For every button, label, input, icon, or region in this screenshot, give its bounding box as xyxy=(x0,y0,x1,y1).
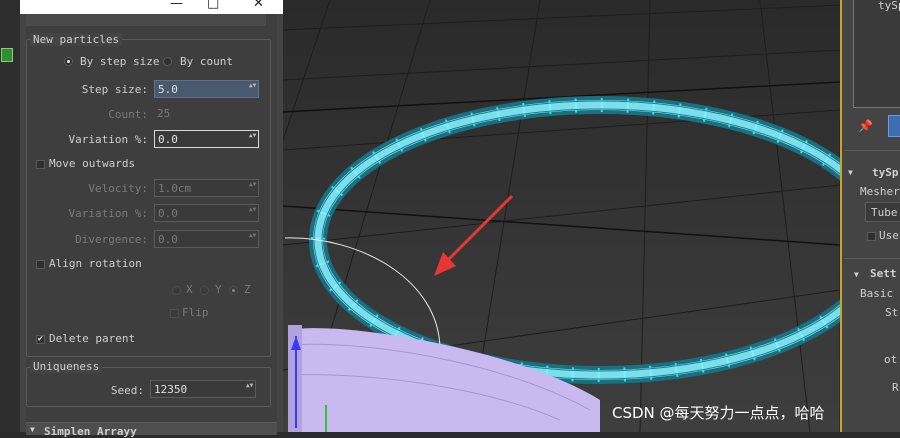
variation2-value: 0.0 xyxy=(158,207,178,220)
divergence-label: Divergence: xyxy=(75,233,148,246)
green-toggle-button[interactable] xyxy=(1,48,13,62)
variation-value: 0.0 xyxy=(158,133,178,146)
by-step-size-radio[interactable] xyxy=(64,57,73,66)
move-outwards-checkbox[interactable] xyxy=(36,160,45,169)
step-size-spinner[interactable]: 5.0 ▲▼ xyxy=(154,80,259,98)
velocity-value: 1.0cm xyxy=(158,182,192,195)
object-list[interactable]: tySp xyxy=(853,0,900,108)
mesher-label: Mesher xyxy=(860,185,900,198)
align-rotation-checkbox[interactable] xyxy=(36,260,45,269)
rot-label: ot. xyxy=(884,353,900,366)
settings-rollout-title[interactable]: Sett xyxy=(870,267,897,280)
expand-arrow-icon: ▼ xyxy=(854,270,859,279)
new-particles-title: New particles xyxy=(30,33,123,46)
move-outwards-label[interactable]: Move outwards xyxy=(49,157,135,170)
velocity-label: Velocity: xyxy=(88,182,148,195)
delete-parent-checkbox[interactable]: ✔ xyxy=(36,335,45,344)
spinner-arrows-icon[interactable]: ▲▼ xyxy=(249,233,256,245)
step-size-label: Step size: xyxy=(81,83,148,96)
flip-checkbox[interactable] xyxy=(170,309,179,318)
minimize-icon[interactable]: — xyxy=(170,0,183,11)
flip-label[interactable]: Flip xyxy=(182,306,209,319)
floating-rollout-panel: — □ ✕ New particles By step size By coun… xyxy=(20,0,283,438)
delete-parent-label[interactable]: Delete parent xyxy=(49,332,135,345)
axis-y-radio[interactable] xyxy=(200,286,209,295)
list-item[interactable]: tySp xyxy=(878,0,900,12)
variation2-spinner[interactable]: 0.0 ▲▼ xyxy=(154,204,259,222)
spinner-arrows-icon[interactable]: ▲▼ xyxy=(246,383,253,395)
str-label: Str xyxy=(885,306,900,319)
by-count-label[interactable]: By count xyxy=(180,55,233,68)
count-label: Count: xyxy=(108,108,148,121)
seed-spinner[interactable]: 12350 ▲▼ xyxy=(150,380,256,398)
divergence-value: 0.0 xyxy=(158,233,178,246)
spinner-arrows-icon[interactable]: ▲▼ xyxy=(249,83,256,95)
expand-arrow-icon: ▼ xyxy=(30,425,35,434)
axis-x-radio[interactable] xyxy=(172,286,181,295)
spinner-arrows-icon[interactable]: ▲▼ xyxy=(249,133,256,145)
left-toolbar-strip xyxy=(0,0,22,432)
axis-z-radio[interactable] xyxy=(229,286,238,295)
count-spinner: 25 xyxy=(154,105,259,123)
separator xyxy=(844,258,900,259)
r-label: R xyxy=(892,381,899,394)
seed-label: Seed: xyxy=(110,384,144,397)
basic-label: Basic s xyxy=(860,287,900,300)
mesher-dropdown-value: Tube xyxy=(871,206,898,219)
command-panel: tySp 📌 ▼ tySp Mesher Tube Use ▼ Sett Bas… xyxy=(840,0,900,432)
by-count-radio[interactable] xyxy=(163,57,172,66)
modifier-rollout-title[interactable]: tySp xyxy=(872,166,899,179)
variation-spinner[interactable]: 0.0 ▲▼ xyxy=(154,130,259,148)
mesher-dropdown[interactable]: Tube xyxy=(865,202,900,222)
align-rotation-label[interactable]: Align rotation xyxy=(49,257,142,270)
window-titlebar[interactable]: — □ ✕ xyxy=(20,0,283,14)
expand-arrow-icon: ▼ xyxy=(848,168,853,177)
by-step-size-label[interactable]: By step size xyxy=(80,55,159,68)
pin-icon[interactable]: 📌 xyxy=(858,119,873,133)
separator xyxy=(844,150,900,151)
velocity-spinner[interactable]: 1.0cm ▲▼ xyxy=(154,179,259,197)
use-checkbox[interactable] xyxy=(867,232,876,241)
uniqueness-title: Uniqueness xyxy=(30,360,103,373)
next-rollout-header[interactable]: ▼ Simplen Arrayy xyxy=(26,422,277,438)
spinner-arrows-icon[interactable]: ▲▼ xyxy=(249,182,256,194)
maximize-icon[interactable]: □ xyxy=(207,0,219,11)
axis-z-label[interactable]: Z xyxy=(244,283,251,296)
panel-top-band xyxy=(26,14,266,26)
variation2-label: Variation %: xyxy=(68,207,148,220)
step-size-value: 5.0 xyxy=(158,83,178,96)
use-label[interactable]: Use xyxy=(879,229,899,242)
close-icon[interactable]: ✕ xyxy=(253,0,264,11)
count-value: 25 xyxy=(157,107,171,120)
seed-value: 12350 xyxy=(154,383,188,396)
variation-label: Variation %: xyxy=(68,133,148,146)
watermark-text: CSDN @每天努力一点点，哈哈 xyxy=(612,404,825,422)
spinner-arrows-icon[interactable]: ▲▼ xyxy=(249,207,256,219)
divergence-spinner[interactable]: 0.0 ▲▼ xyxy=(154,230,259,248)
axis-y-label[interactable]: Y xyxy=(215,283,222,296)
axis-x-label[interactable]: X xyxy=(186,283,193,296)
modifier-stack-button[interactable] xyxy=(888,115,900,137)
